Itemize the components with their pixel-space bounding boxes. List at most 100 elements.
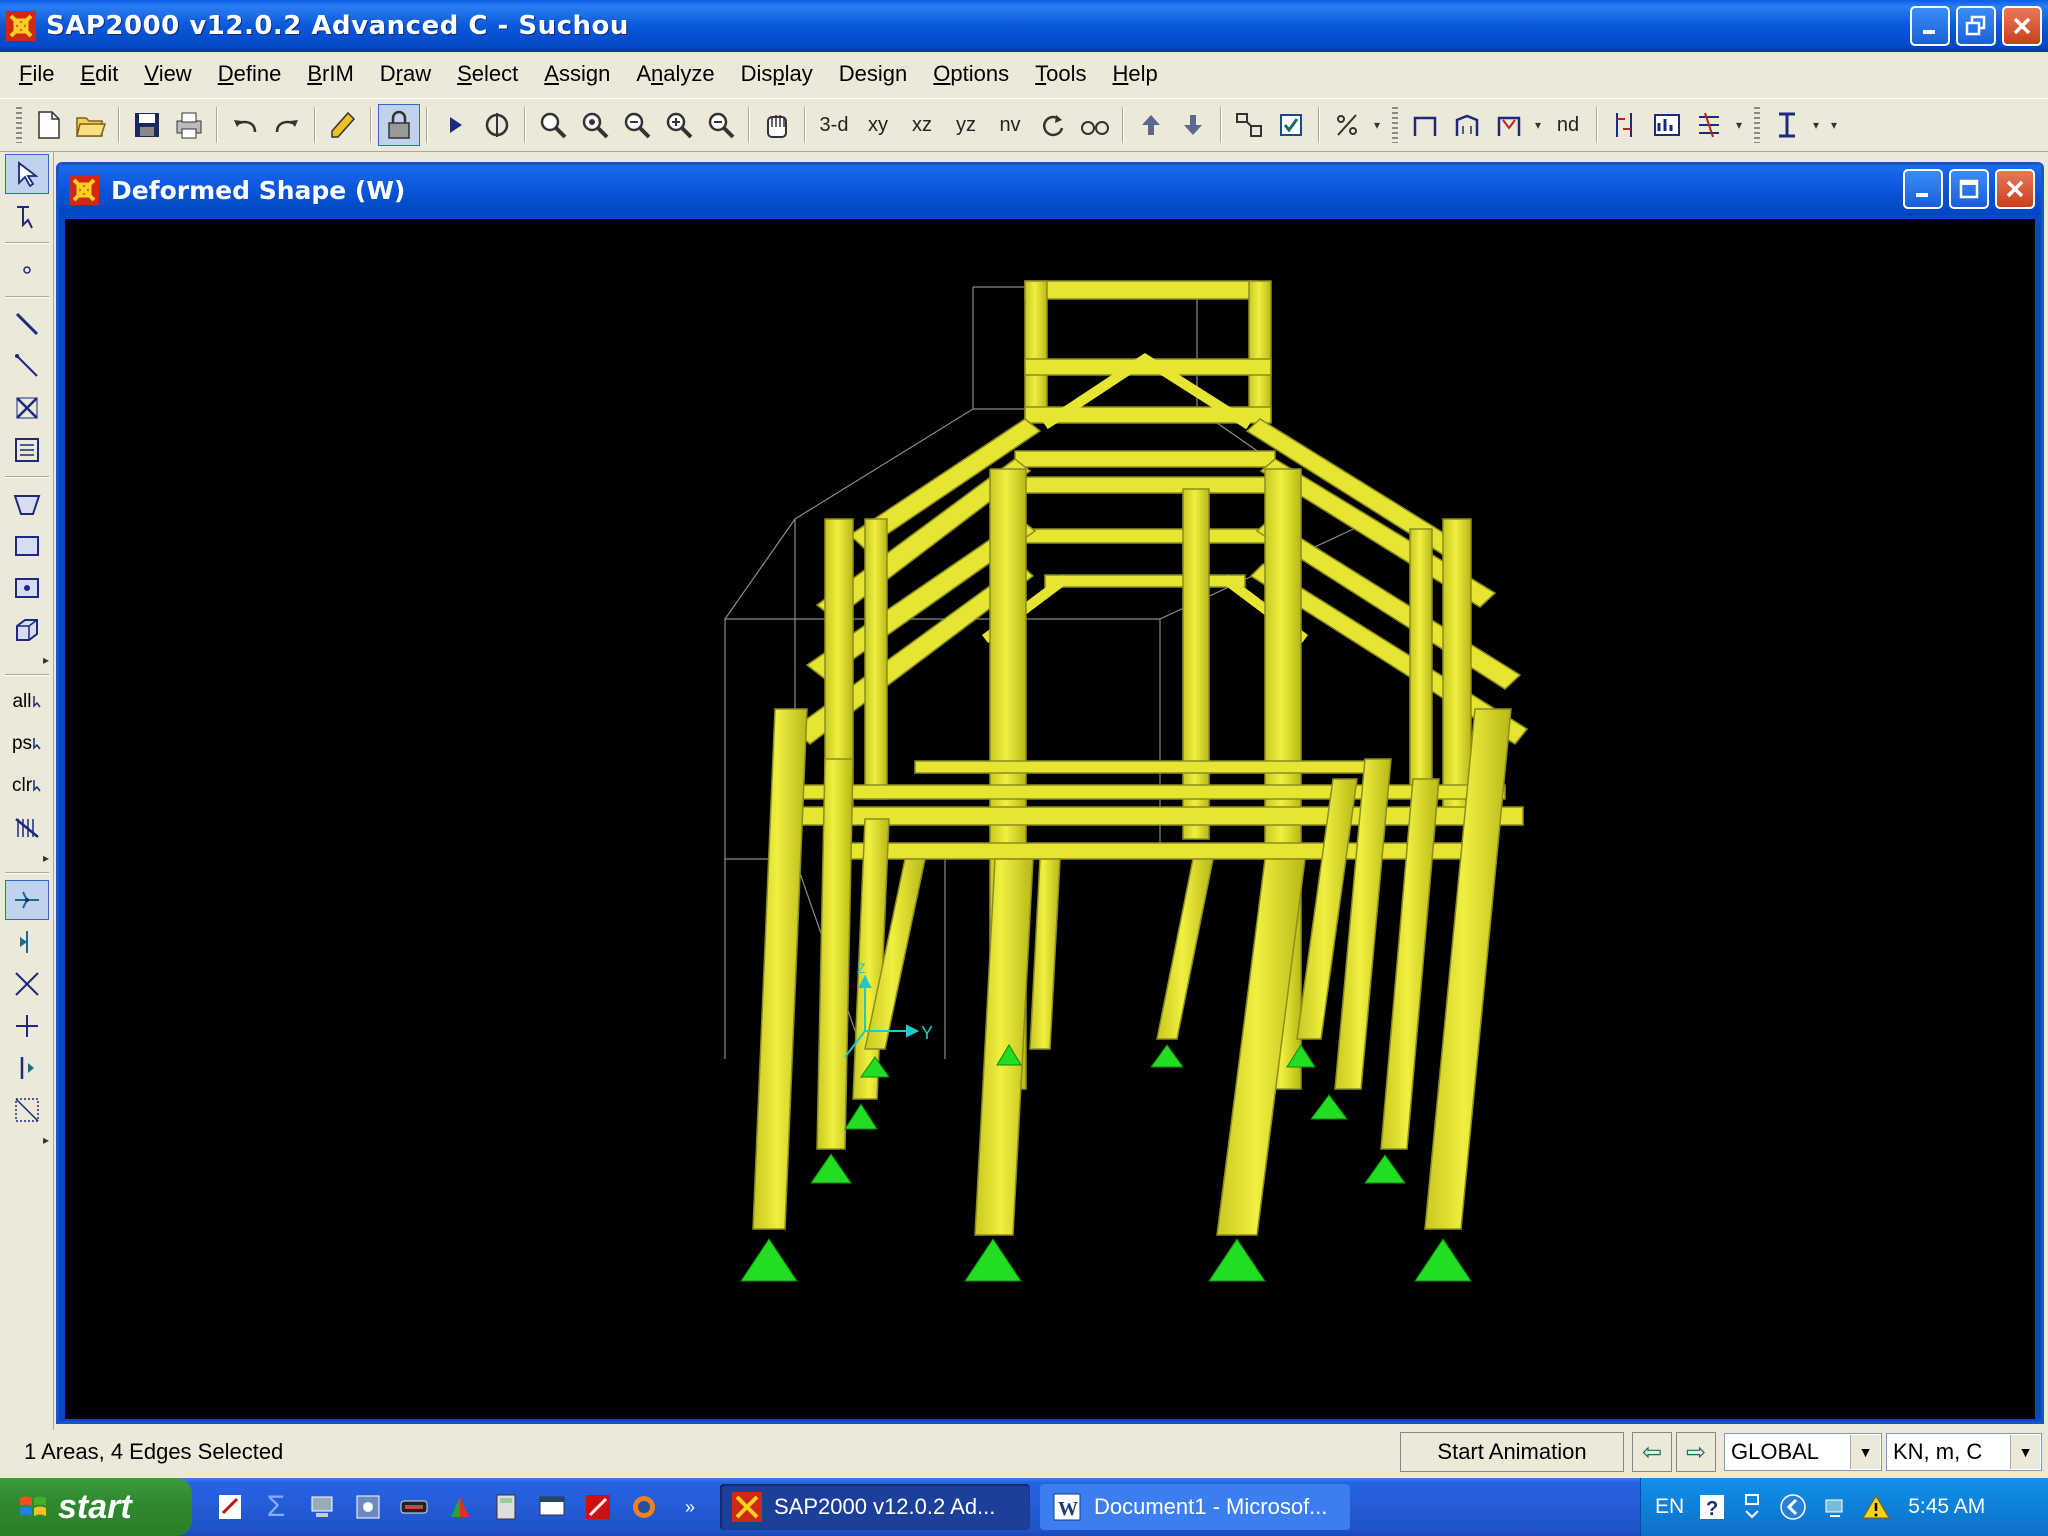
settings-launch-icon[interactable]	[348, 1487, 388, 1527]
leftbar-expand-button-3[interactable]: ▸	[5, 1132, 49, 1148]
system-clock[interactable]: 5:45 AM	[1908, 1495, 1985, 1519]
toolbar-grip[interactable]	[1392, 107, 1398, 143]
minimize-button[interactable]	[1910, 6, 1950, 46]
select-all-button[interactable]: all	[5, 682, 49, 722]
leftbar-expand-button-2[interactable]: ▸	[5, 850, 49, 866]
draw-solid-button[interactable]	[5, 610, 49, 650]
zoom-window-button[interactable]	[532, 104, 574, 146]
firefox-launch-icon[interactable]	[624, 1487, 664, 1527]
pdf-launch-icon[interactable]	[210, 1487, 250, 1527]
rotate-3d-button[interactable]	[476, 104, 518, 146]
draw-frame-button[interactable]	[5, 304, 49, 344]
snap-to-points-button[interactable]	[5, 880, 49, 920]
object-shrink-button[interactable]	[1228, 104, 1270, 146]
taskbar-button-sap2000[interactable]: SAP2000 v12.0.2 Ad...	[720, 1484, 1030, 1530]
show-desktop-icon[interactable]	[532, 1487, 572, 1527]
menu-select[interactable]: Select	[444, 61, 531, 87]
open-button[interactable]	[70, 104, 112, 146]
view-yz-button[interactable]: yz	[944, 104, 988, 146]
quick-draw-frame-button[interactable]	[5, 346, 49, 386]
menu-view[interactable]: View	[131, 61, 204, 87]
coord-system-dropdown[interactable]: GLOBAL ▼	[1724, 1433, 1882, 1471]
lock-model-button[interactable]	[378, 104, 420, 146]
start-animation-button[interactable]: Start Animation	[1400, 1432, 1624, 1472]
view-xy-button[interactable]: xy	[856, 104, 900, 146]
next-step-button[interactable]: ⇨	[1676, 1432, 1716, 1472]
rotate-view-button[interactable]	[1032, 104, 1074, 146]
menu-edit[interactable]: Edit	[67, 61, 131, 87]
menu-file[interactable]: File	[6, 61, 67, 87]
reshape-tool-button[interactable]	[5, 196, 49, 236]
print-button[interactable]	[168, 104, 210, 146]
color-app-launch-icon[interactable]	[440, 1487, 480, 1527]
menu-tools[interactable]: Tools	[1022, 61, 1099, 87]
previous-step-button[interactable]: ⇦	[1632, 1432, 1672, 1472]
acrobat-launch-icon[interactable]	[578, 1487, 618, 1527]
help-tray-icon[interactable]: ?	[1698, 1493, 1726, 1521]
move-down-button[interactable]	[1172, 104, 1214, 146]
perspective-button[interactable]	[1074, 104, 1116, 146]
view-3d-button[interactable]: 3-d	[812, 104, 856, 146]
draw-point-button[interactable]	[5, 250, 49, 290]
network-tray-icon[interactable]	[1822, 1494, 1848, 1520]
child-maximize-button[interactable]	[1949, 169, 1989, 209]
frame-hinge-button[interactable]	[1446, 104, 1488, 146]
restore-full-view-button[interactable]	[574, 104, 616, 146]
quick-draw-area-button[interactable]	[5, 568, 49, 608]
menu-design[interactable]: Design	[826, 61, 921, 87]
view-xz-button[interactable]: xz	[900, 104, 944, 146]
snap-lines-edges-button[interactable]	[5, 1048, 49, 1088]
calculator-launch-icon[interactable]	[486, 1487, 526, 1527]
percent-button[interactable]	[1326, 104, 1368, 146]
menu-assign[interactable]: Assign	[531, 61, 623, 87]
nd-button[interactable]: nd	[1546, 104, 1590, 146]
menu-display[interactable]: Display	[728, 61, 826, 87]
previous-zoom-button[interactable]	[616, 104, 658, 146]
pan-button[interactable]	[756, 104, 798, 146]
frame-loads-button[interactable]	[1488, 104, 1530, 146]
section-dropdown-button[interactable]: ▾	[1808, 104, 1824, 146]
menu-help[interactable]: Help	[1100, 61, 1171, 87]
show-stresses-button[interactable]	[1688, 104, 1730, 146]
model-viewport[interactable]: Y Z	[65, 219, 2035, 1419]
leftbar-expand-button[interactable]: ▸	[5, 652, 49, 668]
tray-expand-button[interactable]	[1778, 1492, 1808, 1522]
toolbar-overflow-button-3[interactable]: ▾	[1824, 104, 1844, 146]
new-model-button[interactable]	[28, 104, 70, 146]
menu-options[interactable]: Options	[920, 61, 1022, 87]
quick-draw-braces-button[interactable]	[5, 388, 49, 428]
menu-define[interactable]: Define	[205, 61, 295, 87]
toolbar-overflow-button[interactable]: ▾	[1368, 104, 1386, 146]
save-button[interactable]	[126, 104, 168, 146]
start-button[interactable]: start	[0, 1478, 192, 1536]
snap-perpendicular-button[interactable]	[5, 1006, 49, 1046]
draw-poly-area-button[interactable]	[5, 484, 49, 524]
child-title-bar[interactable]: Deformed Shape (W)	[59, 165, 2041, 215]
restore-button[interactable]	[1956, 6, 1996, 46]
edit-pencil-button[interactable]	[322, 104, 364, 146]
restore-tray-icon[interactable]	[1740, 1493, 1764, 1521]
close-button[interactable]	[2002, 6, 2042, 46]
quick-launch-overflow-icon[interactable]: »	[670, 1487, 710, 1527]
intersecting-line-select-button[interactable]	[5, 808, 49, 848]
redo-button[interactable]	[266, 104, 308, 146]
show-design-button[interactable]	[1646, 104, 1688, 146]
frame-shape-button[interactable]	[1404, 104, 1446, 146]
snap-to-ends-button[interactable]	[5, 922, 49, 962]
run-analysis-button[interactable]	[434, 104, 476, 146]
show-forces-button[interactable]	[1604, 104, 1646, 146]
zoom-out-button[interactable]	[700, 104, 742, 146]
pointer-tool-button[interactable]	[5, 154, 49, 194]
menu-draw[interactable]: Draw	[367, 61, 444, 87]
menu-brim[interactable]: BrIM	[294, 61, 366, 87]
move-up-button[interactable]	[1130, 104, 1172, 146]
quick-draw-secondary-beams-button[interactable]	[5, 430, 49, 470]
draw-rect-area-button[interactable]	[5, 526, 49, 566]
set-display-options-button[interactable]	[1270, 104, 1312, 146]
view-nv-button[interactable]: nv	[988, 104, 1032, 146]
network-launch-icon[interactable]	[302, 1487, 342, 1527]
language-indicator[interactable]: EN	[1655, 1495, 1684, 1519]
undo-button[interactable]	[224, 104, 266, 146]
units-dropdown[interactable]: KN, m, C ▼	[1886, 1433, 2042, 1471]
warning-tray-icon[interactable]	[1862, 1494, 1891, 1520]
